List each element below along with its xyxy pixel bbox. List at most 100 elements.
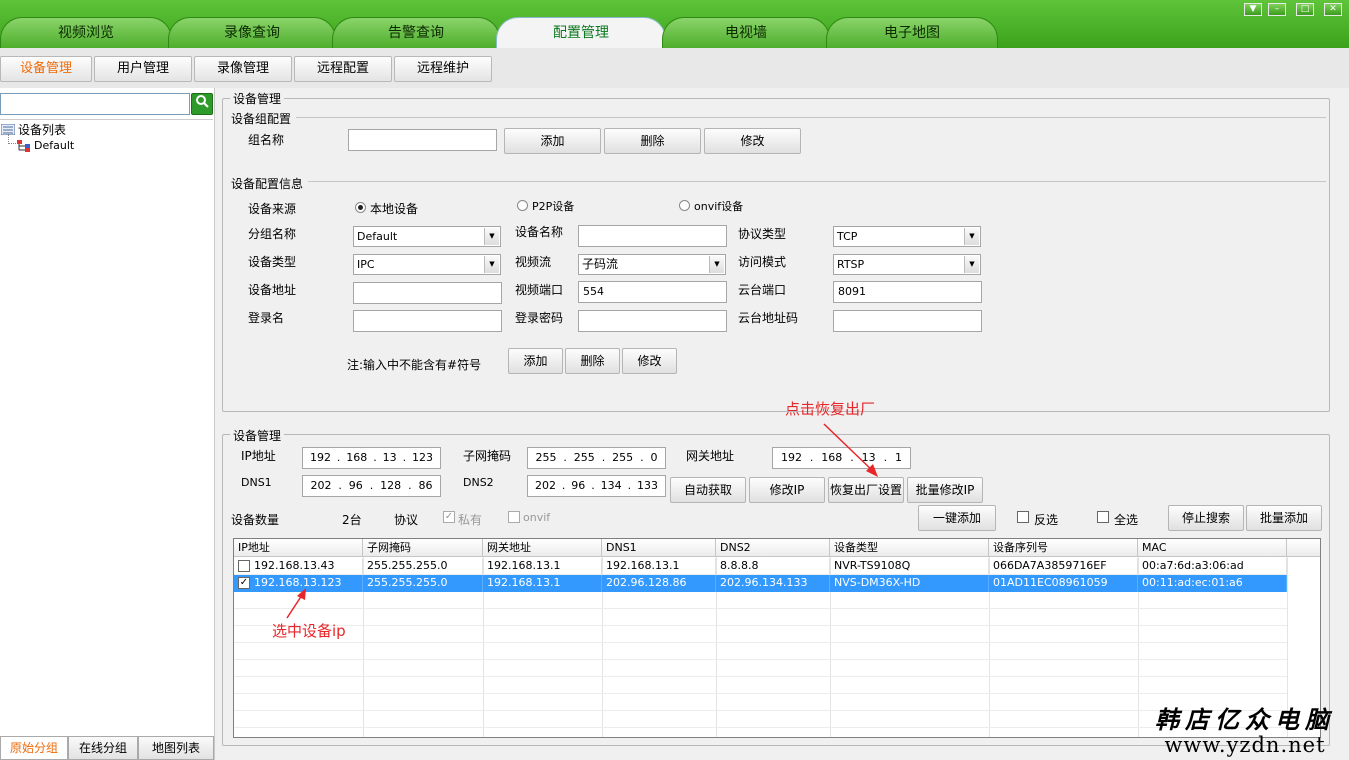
- table-row[interactable]: 192.168.13.43 255.255.255.0 192.168.13.1…: [234, 558, 1287, 575]
- password-input[interactable]: [578, 310, 727, 332]
- access-mode-select[interactable]: RTSP ▼: [833, 254, 981, 275]
- source-local-radio[interactable]: [355, 202, 366, 213]
- table-row-selected[interactable]: ✓ 192.168.13.123 255.255.255.0 192.168.1…: [234, 575, 1287, 592]
- device-type-select[interactable]: IPC ▼: [353, 254, 501, 275]
- subtab-device-management[interactable]: 设备管理: [0, 56, 92, 82]
- bottom-tab-map-list[interactable]: 地图列表: [138, 736, 214, 760]
- bottom-tab-original-group[interactable]: 原始分组: [0, 736, 68, 760]
- cell-dns2: 202.96.134.133: [716, 575, 830, 592]
- login-input[interactable]: [353, 310, 502, 332]
- ip-input[interactable]: 192. 168. 13. 123: [302, 447, 441, 469]
- menu-dropdown-icon[interactable]: ▼: [1244, 3, 1262, 16]
- tab-config-management[interactable]: 配置管理: [496, 17, 666, 48]
- chevron-down-icon: ▼: [964, 228, 979, 245]
- group-name-input[interactable]: [348, 129, 497, 151]
- row-checkbox-checked[interactable]: ✓: [238, 577, 250, 589]
- column-header-device-type[interactable]: 设备类型: [830, 539, 989, 557]
- group-select[interactable]: Default ▼: [353, 226, 501, 247]
- source-onvif-label: onvif设备: [694, 200, 744, 213]
- group-delete-button[interactable]: 删除: [604, 128, 701, 154]
- subtab-remote-config[interactable]: 远程配置: [294, 56, 392, 82]
- gateway-label: 网关地址: [686, 449, 735, 463]
- maximize-icon[interactable]: □: [1296, 3, 1314, 16]
- dns2-label: DNS2: [463, 476, 494, 489]
- video-port-label: 视频端口: [515, 283, 564, 297]
- tab-record-query[interactable]: 录像查询: [168, 17, 336, 48]
- row-checkbox[interactable]: [238, 560, 250, 572]
- row-divider: [234, 676, 1287, 677]
- row-divider: [234, 659, 1287, 660]
- column-header-gateway[interactable]: 网关地址: [483, 539, 602, 557]
- ptz-address-label: 云台地址码: [738, 311, 799, 325]
- one-click-add-button[interactable]: 一键添加: [918, 505, 996, 531]
- protocol-label: 协议: [394, 513, 419, 527]
- bottom-tab-online-group[interactable]: 在线分组: [68, 736, 138, 760]
- row-divider: [234, 625, 1287, 626]
- divider: [308, 181, 1326, 182]
- subtab-remote-maintenance[interactable]: 远程维护: [394, 56, 492, 82]
- group-name-label: 组名称: [248, 133, 285, 147]
- invert-select-label: 反选: [1034, 513, 1059, 527]
- row-divider: [234, 608, 1287, 609]
- device-search-input[interactable]: [0, 93, 190, 115]
- protocol-type-label: 协议类型: [738, 227, 787, 241]
- gateway-input[interactable]: 192. 168. 13. 1: [772, 447, 911, 469]
- device-modify-button[interactable]: 修改: [622, 348, 677, 374]
- annotation-restore: 点击恢复出厂: [785, 400, 876, 418]
- mask-input[interactable]: 255. 255. 255. 0: [527, 447, 666, 469]
- device-name-input[interactable]: [578, 225, 727, 247]
- device-count-label: 设备数量: [231, 513, 280, 527]
- stream-select[interactable]: 子码流 ▼: [578, 254, 726, 275]
- column-header-ip[interactable]: IP地址: [234, 539, 363, 557]
- device-address-label: 设备地址: [248, 283, 297, 297]
- column-header-serial[interactable]: 设备序列号: [989, 539, 1138, 557]
- factory-reset-button[interactable]: 恢复出厂设置: [828, 477, 904, 503]
- source-p2p-label: P2P设备: [532, 200, 575, 213]
- stop-search-button[interactable]: 停止搜索: [1168, 505, 1244, 531]
- ptz-port-label: 云台端口: [738, 283, 787, 297]
- device-address-input[interactable]: [353, 282, 502, 304]
- network-group-title: 设备管理: [230, 427, 285, 444]
- minimize-icon[interactable]: –: [1268, 3, 1286, 16]
- column-header-mask[interactable]: 子网掩码: [363, 539, 483, 557]
- batch-add-button[interactable]: 批量添加: [1246, 505, 1322, 531]
- batch-modify-ip-button[interactable]: 批量修改IP: [907, 477, 983, 503]
- subtab-record-management[interactable]: 录像管理: [194, 56, 292, 82]
- tab-e-map[interactable]: 电子地图: [826, 17, 998, 48]
- chevron-down-icon: ▼: [484, 256, 499, 273]
- column-header-mac[interactable]: MAC: [1138, 539, 1287, 557]
- protocol-onvif-checkbox[interactable]: [508, 511, 520, 523]
- cell-dns1: 202.96.128.86: [602, 575, 716, 592]
- group-add-button[interactable]: 添加: [504, 128, 601, 154]
- tab-tv-wall[interactable]: 电视墙: [662, 17, 830, 48]
- column-header-dns2[interactable]: DNS2: [716, 539, 830, 557]
- column-header-dns1[interactable]: DNS1: [602, 539, 716, 557]
- protocol-private-checkbox[interactable]: ✓: [443, 511, 455, 523]
- source-onvif-radio[interactable]: [679, 200, 690, 211]
- tree-item-default[interactable]: Default: [17, 139, 74, 152]
- device-delete-button[interactable]: 删除: [565, 348, 620, 374]
- invert-select-checkbox[interactable]: [1017, 511, 1029, 523]
- protocol-type-select[interactable]: TCP ▼: [833, 226, 981, 247]
- watermark: 韩店亿众电脑 www.yzdn.net: [1150, 700, 1340, 757]
- ptz-port-input[interactable]: 8091: [833, 281, 982, 303]
- select-all-checkbox[interactable]: [1097, 511, 1109, 523]
- ptz-address-input[interactable]: [833, 310, 982, 332]
- group-modify-button[interactable]: 修改: [704, 128, 801, 154]
- tab-alarm-query[interactable]: 告警查询: [332, 17, 500, 48]
- close-icon[interactable]: ✕: [1324, 3, 1342, 16]
- divider: [296, 117, 1326, 118]
- device-add-button[interactable]: 添加: [508, 348, 563, 374]
- cell-mask: 255.255.255.0: [363, 575, 483, 592]
- modify-ip-button[interactable]: 修改IP: [749, 477, 825, 503]
- search-icon[interactable]: [191, 93, 213, 115]
- tab-video-browse[interactable]: 视频浏览: [0, 17, 172, 48]
- subtab-user-management[interactable]: 用户管理: [94, 56, 192, 82]
- cell-ip: 192.168.13.123: [250, 575, 363, 592]
- auto-obtain-button[interactable]: 自动获取: [670, 477, 746, 503]
- device-type-label: 设备类型: [248, 255, 297, 269]
- video-port-input[interactable]: 554: [578, 281, 727, 303]
- source-p2p-radio[interactable]: [517, 200, 528, 211]
- dns1-input[interactable]: 202. 96. 128. 86: [302, 475, 441, 497]
- dns2-input[interactable]: 202. 96. 134. 133: [527, 475, 666, 497]
